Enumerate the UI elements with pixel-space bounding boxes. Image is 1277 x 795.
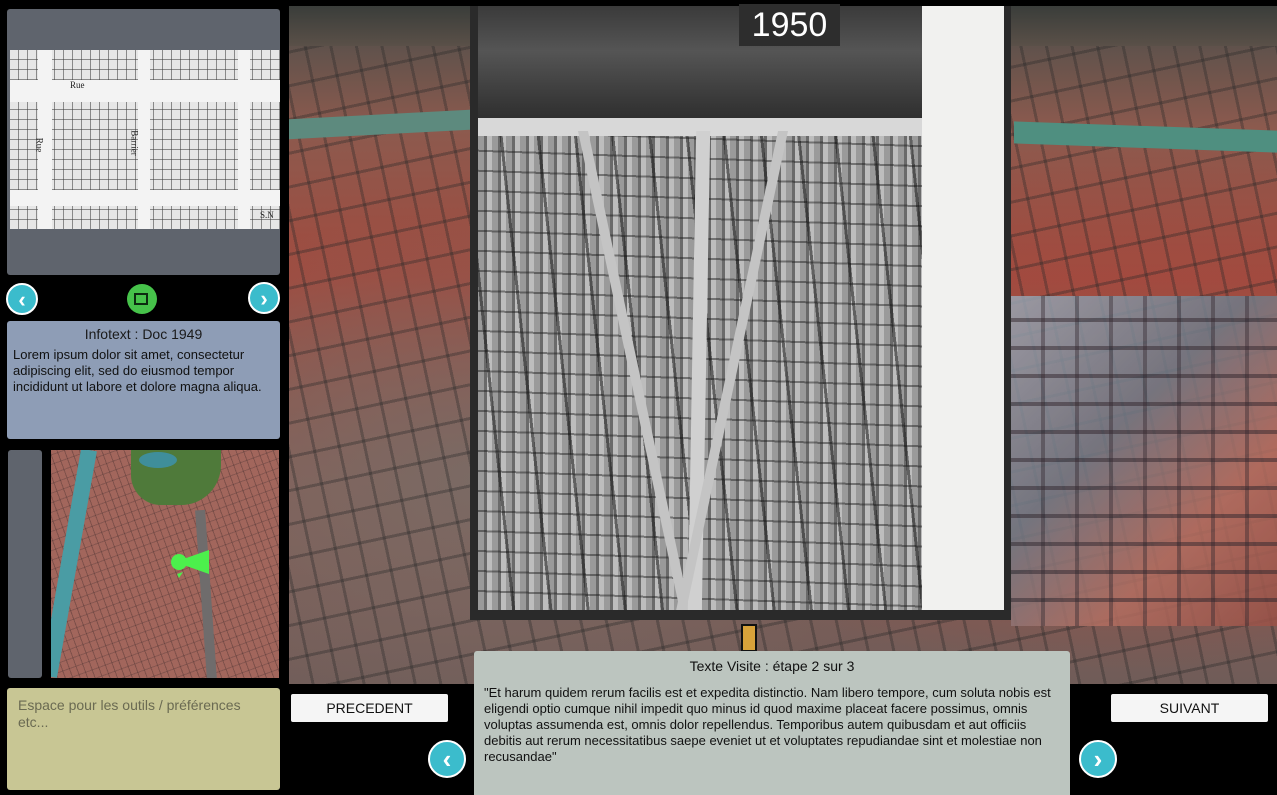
info-panel: Infotext : Doc 1949 Lorem ipsum dolor si… [7,321,280,439]
doc-video-button[interactable] [127,284,157,314]
location-viewcone-icon [171,550,209,578]
map-street-label: Rue [70,80,85,90]
photo-year-label: 1950 [739,4,840,46]
precedent-button[interactable]: PRECEDENT [291,694,448,722]
map-street-label: Barrier [129,130,140,156]
info-body: Lorem ipsum dolor sit amet, consectetur … [13,347,262,394]
visit-prev-button[interactable]: ‹ [428,740,466,778]
scene-3d-buildings [1011,296,1277,626]
scene-river-right [1014,121,1277,153]
photo-paper-margin [922,6,1004,610]
chevron-right-icon: › [260,286,268,311]
visit-next-button[interactable]: › [1079,740,1117,778]
historic-photo [478,6,922,610]
scene-marker-sign [741,624,757,652]
tools-panel[interactable]: Espace pour les outils / préférences etc… [7,688,280,790]
doc-prev-button[interactable]: ‹ [6,283,38,315]
map-street-label: Rue [34,137,45,153]
map-street-label: S.N [260,210,274,220]
info-title: Infotext : Doc 1949 [84,326,203,342]
chevron-right-icon: › [1093,744,1103,774]
doc-next-button[interactable]: › [248,282,280,314]
video-camera-icon [134,293,148,305]
tools-placeholder: Espace pour les outils / préférences etc… [18,697,241,730]
suivant-button[interactable]: SUIVANT [1111,694,1268,722]
minimap[interactable] [51,450,279,678]
minimap-sidebar [8,450,42,678]
document-image[interactable]: Rue Rue Barrier S.N [10,50,280,229]
chevron-left-icon: ‹ [18,287,26,312]
visit-body: "Et harum quidem rerum facilis est et ex… [484,685,1051,764]
scene-river-left [289,108,489,140]
visit-text-panel: Texte Visite : étape 2 sur 3 "Et harum q… [474,651,1070,795]
visit-title: Texte Visite : étape 2 sur 3 [689,658,855,674]
chevron-left-icon: ‹ [442,744,452,774]
